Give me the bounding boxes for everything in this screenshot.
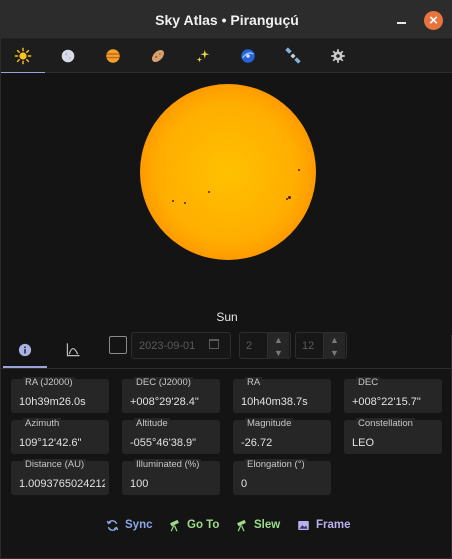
field-value: 0 bbox=[241, 478, 248, 490]
sync-label: Sync bbox=[125, 519, 153, 531]
field-value: 10h40m38.7s bbox=[241, 396, 308, 408]
tab-stars[interactable] bbox=[181, 39, 225, 73]
field-illuminated[interactable]: Illuminated (%) 100 bbox=[122, 459, 220, 495]
field-label: DEC bbox=[356, 377, 381, 388]
tab-satellites[interactable] bbox=[271, 39, 315, 73]
field-value: LEO bbox=[352, 437, 375, 449]
field-label: Elongation (°) bbox=[245, 459, 307, 470]
tab-planets[interactable] bbox=[91, 39, 135, 73]
comet-icon bbox=[151, 49, 165, 63]
field-label: Constellation bbox=[356, 418, 415, 429]
moon-icon bbox=[61, 49, 75, 63]
field-label: Distance (AU) bbox=[23, 459, 87, 470]
field-label: DEC (J2000) bbox=[134, 377, 193, 388]
sun-icon bbox=[14, 47, 32, 65]
field-dec-j2000[interactable]: DEC (J2000) +008°29'28.4" bbox=[122, 377, 220, 413]
hour-decrement-button[interactable]: ▼ bbox=[267, 346, 289, 359]
tab-info[interactable] bbox=[1, 331, 49, 368]
field-altitude[interactable]: Altitude -055°46'38.9" bbox=[122, 418, 220, 454]
field-value: 100 bbox=[130, 478, 149, 490]
minute-decrement-button[interactable]: ▼ bbox=[323, 346, 345, 359]
satellite-icon bbox=[285, 47, 301, 64]
window-title: Sky Atlas • Piranguçú bbox=[155, 12, 299, 28]
sun-image bbox=[140, 84, 316, 260]
calendar-icon[interactable] bbox=[209, 339, 219, 349]
action-bar: Sync Go To Slew Frame bbox=[1, 514, 452, 536]
goto-label: Go To bbox=[187, 519, 220, 531]
field-value: 10h39m26.0s bbox=[19, 396, 86, 408]
galaxy-icon bbox=[241, 49, 255, 63]
field-label: RA (J2000) bbox=[23, 377, 75, 388]
field-magnitude[interactable]: Magnitude -26.72 bbox=[233, 418, 331, 454]
frame-label: Frame bbox=[316, 519, 351, 531]
category-tabs bbox=[1, 39, 452, 74]
minimize-button[interactable] bbox=[393, 11, 411, 29]
telescope-icon bbox=[170, 519, 179, 531]
tab-settings[interactable] bbox=[316, 39, 360, 73]
object-viewer: Sun bbox=[1, 73, 452, 335]
custom-time-checkbox[interactable] bbox=[109, 336, 127, 354]
field-constellation[interactable]: Constellation LEO bbox=[344, 418, 442, 454]
tab-deep-sky[interactable] bbox=[226, 39, 270, 73]
goto-button[interactable]: Go To bbox=[168, 514, 219, 536]
image-icon bbox=[298, 520, 309, 530]
field-label: Altitude bbox=[134, 418, 170, 429]
slew-button[interactable]: Slew bbox=[235, 514, 280, 536]
gear-icon bbox=[331, 49, 345, 63]
hour-increment-button[interactable]: ▲ bbox=[267, 333, 289, 346]
title-bar: Sky Atlas • Piranguçú × bbox=[1, 1, 452, 39]
object-name: Sun bbox=[216, 310, 238, 324]
field-ra[interactable]: RA 10h40m38.7s bbox=[233, 377, 331, 413]
field-ra-j2000[interactable]: RA (J2000) 10h39m26.0s bbox=[11, 377, 109, 413]
frame-button[interactable]: Frame bbox=[297, 514, 351, 536]
field-label: Illuminated (%) bbox=[134, 459, 202, 470]
field-azimuth[interactable]: Azimuth 109°12'42.6" bbox=[11, 418, 109, 454]
tab-sun[interactable] bbox=[1, 39, 45, 74]
field-elongation[interactable]: Elongation (°) 0 bbox=[233, 459, 331, 495]
field-label: RA bbox=[245, 377, 263, 388]
minute-increment-button[interactable]: ▲ bbox=[323, 333, 345, 346]
controls-divider bbox=[1, 368, 452, 369]
tab-moon[interactable] bbox=[46, 39, 90, 73]
tab-altitude-chart[interactable] bbox=[49, 331, 97, 368]
field-label: Azimuth bbox=[23, 418, 62, 429]
controls-row: 2023-09-01 2 ▲ ▼ 12 ▲ ▼ bbox=[1, 331, 452, 369]
field-distance[interactable]: Distance (AU) 1.0093765024212: bbox=[11, 459, 109, 495]
field-value: -26.72 bbox=[241, 437, 273, 449]
slew-label: Slew bbox=[254, 519, 281, 531]
field-label: Magnitude bbox=[245, 418, 294, 429]
field-value: -055°46'38.9" bbox=[130, 437, 197, 449]
close-button[interactable]: × bbox=[424, 11, 443, 30]
info-icon bbox=[18, 343, 32, 356]
field-value: 109°12'42.6" bbox=[19, 437, 82, 449]
sync-icon bbox=[106, 519, 119, 531]
chart-icon bbox=[66, 343, 80, 357]
app-window: Sky Atlas • Piranguçú × Sun 2023-09-01 2… bbox=[0, 0, 452, 559]
field-value: +008°22'15.7" bbox=[352, 396, 421, 408]
sync-button[interactable]: Sync bbox=[106, 514, 153, 536]
telescope-icon bbox=[237, 519, 246, 531]
field-value: +008°29'28.4" bbox=[130, 396, 199, 408]
stars-icon bbox=[196, 49, 210, 63]
field-dec[interactable]: DEC +008°22'15.7" bbox=[344, 377, 442, 413]
tab-asteroids[interactable] bbox=[136, 39, 180, 73]
planet-icon bbox=[106, 49, 120, 63]
field-value: 1.0093765024212: bbox=[19, 478, 105, 490]
